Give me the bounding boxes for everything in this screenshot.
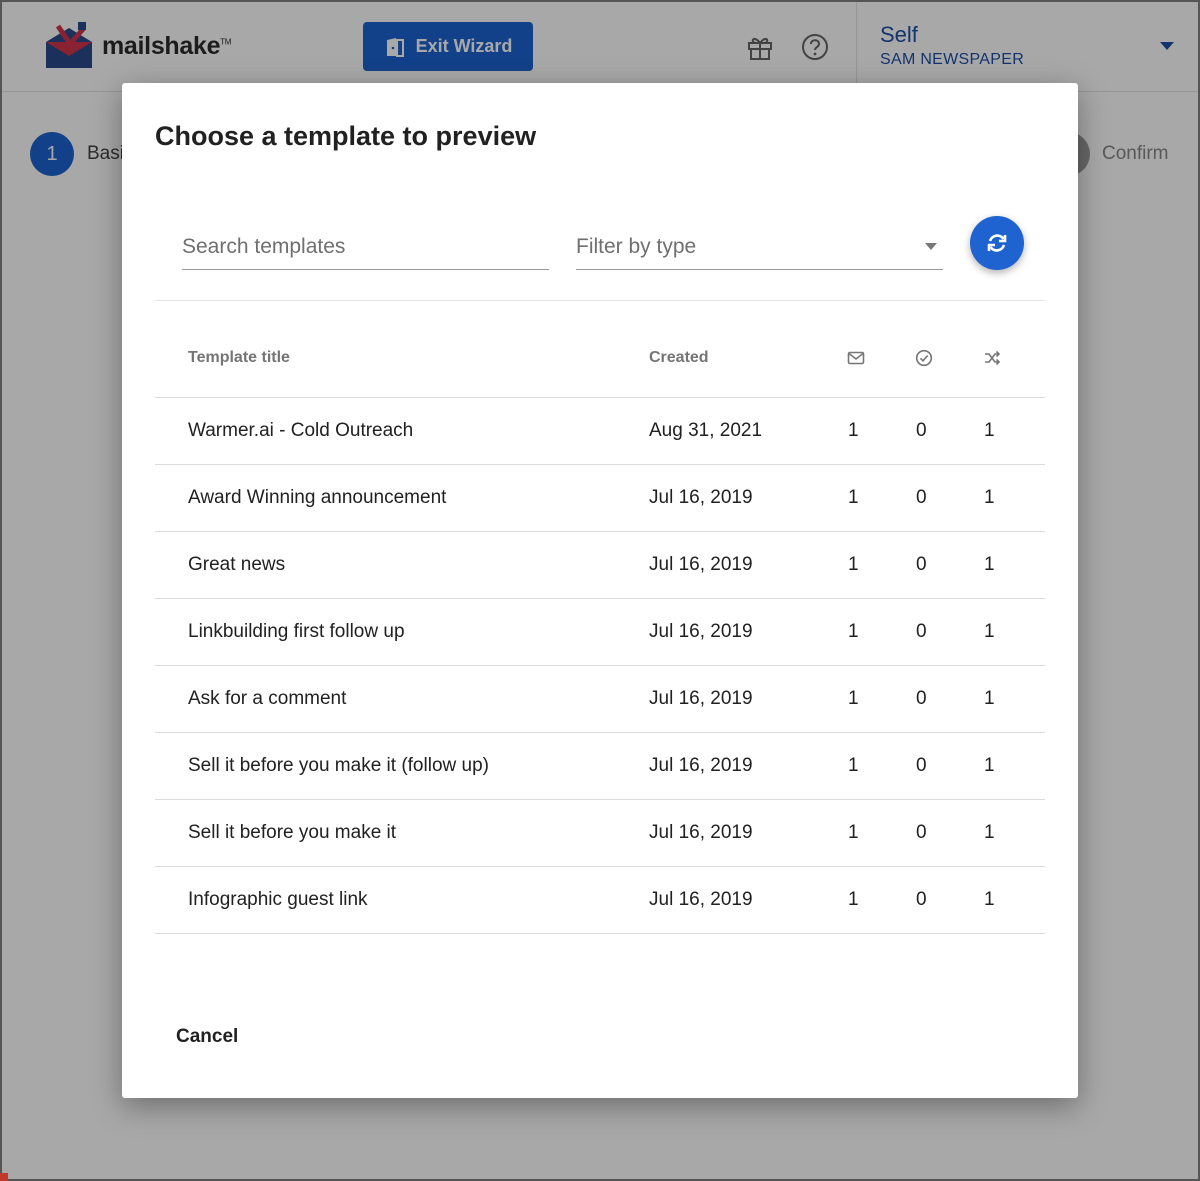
template-created: Aug 31, 2021	[649, 420, 763, 441]
table-row[interactable]: Linkbuilding first follow up Jul 16, 201…	[155, 599, 1045, 666]
template-title: Great news	[188, 554, 286, 575]
template-tasks-count: 0	[916, 420, 927, 441]
template-tasks-count: 0	[916, 822, 927, 843]
template-title: Sell it before you make it	[188, 822, 397, 843]
template-variants-count: 1	[984, 889, 995, 910]
template-emails-count: 1	[848, 487, 859, 508]
filter-by-type-label: Filter by type	[576, 235, 697, 258]
table-row[interactable]: Sell it before you make it (follow up) J…	[155, 733, 1045, 800]
filter-by-type-select[interactable]: Filter by type	[576, 227, 943, 270]
template-title: Sell it before you make it (follow up)	[188, 755, 489, 776]
search-templates-field[interactable]	[182, 227, 549, 270]
cancel-button[interactable]: Cancel	[162, 1018, 252, 1056]
template-tasks-count: 0	[916, 554, 927, 575]
template-created: Jul 16, 2019	[649, 621, 753, 642]
dialog-title: Choose a template to preview	[155, 121, 537, 151]
table-row[interactable]: Infographic guest link Jul 16, 2019 1 0 …	[155, 867, 1045, 934]
template-created: Jul 16, 2019	[649, 688, 753, 709]
template-tasks-count: 0	[916, 621, 927, 642]
template-title: Ask for a comment	[188, 688, 347, 709]
shuffle-icon	[985, 350, 1001, 366]
template-emails-count: 1	[848, 755, 859, 776]
column-header-title[interactable]: Template title	[188, 349, 290, 367]
table-row[interactable]: Great news Jul 16, 2019 1 0 1	[155, 532, 1045, 599]
dropdown-arrow-icon	[925, 243, 937, 250]
templates-table: Template title Created Warmer.ai - Cold …	[155, 313, 1045, 934]
template-created: Jul 16, 2019	[649, 889, 753, 910]
template-tasks-count: 0	[916, 487, 927, 508]
table-header: Template title Created	[155, 313, 1045, 398]
template-variants-count: 1	[984, 822, 995, 843]
template-emails-count: 1	[848, 420, 859, 441]
template-emails-count: 1	[848, 621, 859, 642]
template-created: Jul 16, 2019	[649, 554, 753, 575]
template-emails-count: 1	[848, 889, 859, 910]
table-row[interactable]: Ask for a comment Jul 16, 2019 1 0 1	[155, 666, 1045, 733]
envelope-icon	[847, 351, 865, 365]
template-title: Linkbuilding first follow up	[188, 621, 405, 642]
search-templates-input[interactable]	[182, 227, 549, 267]
table-row[interactable]: Sell it before you make it Jul 16, 2019 …	[155, 800, 1045, 867]
template-tasks-count: 0	[916, 755, 927, 776]
table-row[interactable]: Warmer.ai - Cold Outreach Aug 31, 2021 1…	[155, 398, 1045, 465]
template-variants-count: 1	[984, 755, 995, 776]
template-emails-count: 1	[848, 554, 859, 575]
template-title: Infographic guest link	[188, 889, 368, 910]
template-created: Jul 16, 2019	[649, 487, 753, 508]
table-row[interactable]: Award Winning announcement Jul 16, 2019 …	[155, 465, 1045, 532]
template-emails-count: 1	[848, 822, 859, 843]
template-variants-count: 1	[984, 554, 995, 575]
template-tasks-count: 0	[916, 889, 927, 910]
column-header-created[interactable]: Created	[649, 349, 709, 367]
template-variants-count: 1	[984, 621, 995, 642]
template-title: Warmer.ai - Cold Outreach	[188, 420, 414, 441]
template-variants-count: 1	[984, 688, 995, 709]
template-variants-count: 1	[984, 487, 995, 508]
template-variants-count: 1	[984, 420, 995, 441]
divider	[155, 300, 1045, 301]
refresh-button[interactable]	[970, 216, 1024, 270]
refresh-icon	[987, 234, 1007, 252]
template-preview-dialog: Choose a template to preview Filter by t…	[122, 83, 1078, 1098]
template-tasks-count: 0	[916, 688, 927, 709]
check-circle-icon	[915, 349, 933, 367]
template-created: Jul 16, 2019	[649, 755, 753, 776]
corner-marker	[0, 1173, 8, 1181]
template-emails-count: 1	[848, 688, 859, 709]
template-created: Jul 16, 2019	[649, 822, 753, 843]
template-title: Award Winning announcement	[188, 487, 447, 508]
